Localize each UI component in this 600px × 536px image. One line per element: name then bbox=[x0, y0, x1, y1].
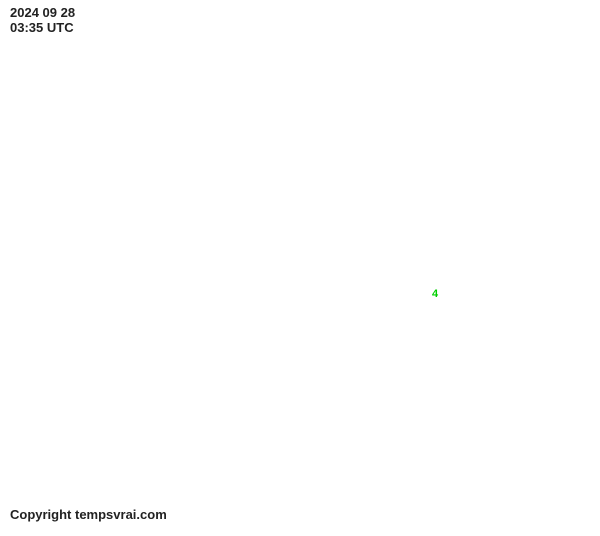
timestamp: 2024 09 28 03:35 UTC bbox=[10, 6, 75, 36]
data-point-value: 4 bbox=[432, 288, 438, 300]
copyright-notice: Copyright tempsvrai.com bbox=[10, 507, 167, 522]
data-point-0: 4 bbox=[432, 288, 438, 300]
timestamp-date: 2024 09 28 bbox=[10, 5, 75, 20]
timestamp-time: 03:35 UTC bbox=[10, 20, 74, 35]
